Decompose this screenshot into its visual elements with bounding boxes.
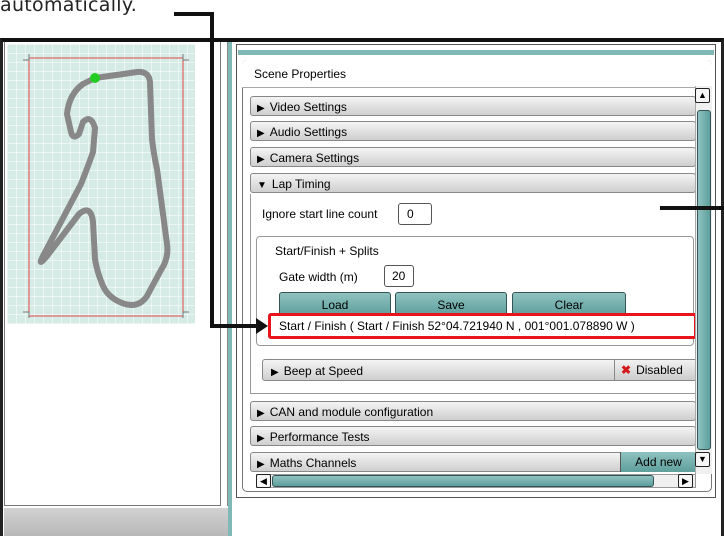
arrow-left-icon[interactable]: ◀ (256, 474, 271, 488)
section-camera-settings[interactable]: ▶ Camera Settings (250, 147, 696, 167)
ignore-start-line-label: Ignore start line count (262, 207, 378, 221)
start-finish-entry[interactable]: Start / Finish ( Start / Finish 52°04.72… (268, 313, 697, 339)
section-label: Maths Channels (269, 456, 357, 470)
splits-label: Start/Finish + Splits (275, 244, 379, 258)
caption-text: automatically. (0, 0, 138, 16)
scene-properties-title: Scene Properties (242, 60, 712, 88)
section-label: Performance Tests (269, 430, 370, 444)
properties-header-bar (238, 50, 714, 55)
map-panel-footer (4, 508, 228, 536)
section-label: CAN and module configuration (269, 405, 434, 419)
add-new-button[interactable]: Add new (620, 452, 696, 472)
track-map[interactable] (7, 44, 195, 324)
pointer-line (174, 12, 214, 16)
vertical-scroll-thumb[interactable] (697, 110, 711, 450)
arrow-down-icon[interactable]: ▼ (695, 452, 710, 467)
triangle-right-icon: ▶ (257, 103, 265, 114)
triangle-right-icon: ▶ (257, 459, 265, 470)
pointer-line (210, 12, 214, 328)
ignore-start-line-input[interactable]: 0 (398, 203, 432, 225)
arrow-right-icon[interactable]: ▶ (678, 474, 693, 488)
beep-status-label: Disabled (636, 363, 683, 377)
section-label: Beep at Speed (283, 364, 364, 378)
pointer-line (660, 206, 724, 210)
triangle-right-icon: ▶ (257, 154, 265, 165)
section-label: Audio Settings (269, 125, 348, 139)
pointer-line (210, 324, 258, 328)
triangle-down-icon: ▼ (257, 180, 267, 191)
triangle-right-icon: ▶ (257, 128, 265, 139)
beep-disabled-toggle[interactable]: ✖ Disabled (614, 360, 702, 380)
triangle-right-icon: ▶ (257, 433, 265, 444)
section-label: Lap Timing (271, 177, 331, 191)
gate-width-input[interactable]: 20 (384, 265, 414, 287)
section-lap-timing[interactable]: ▼ Lap Timing (250, 173, 696, 193)
pointer-arrowhead (256, 318, 268, 334)
section-video-settings[interactable]: ▶ Video Settings (250, 96, 696, 116)
triangle-right-icon: ▶ (271, 367, 279, 378)
section-audio-settings[interactable]: ▶ Audio Settings (250, 121, 696, 141)
horizontal-scroll-thumb[interactable] (272, 475, 654, 487)
section-can-module[interactable]: ▶ CAN and module configuration (250, 401, 696, 421)
start-marker (90, 73, 100, 83)
section-label: Video Settings (269, 100, 347, 114)
triangle-right-icon: ▶ (257, 408, 265, 419)
arrow-up-icon[interactable]: ▲ (695, 88, 710, 103)
gate-width-label: Gate width (m) (279, 270, 358, 284)
section-label: Camera Settings (269, 151, 360, 165)
x-icon: ✖ (621, 363, 632, 377)
section-performance-tests[interactable]: ▶ Performance Tests (250, 426, 696, 446)
